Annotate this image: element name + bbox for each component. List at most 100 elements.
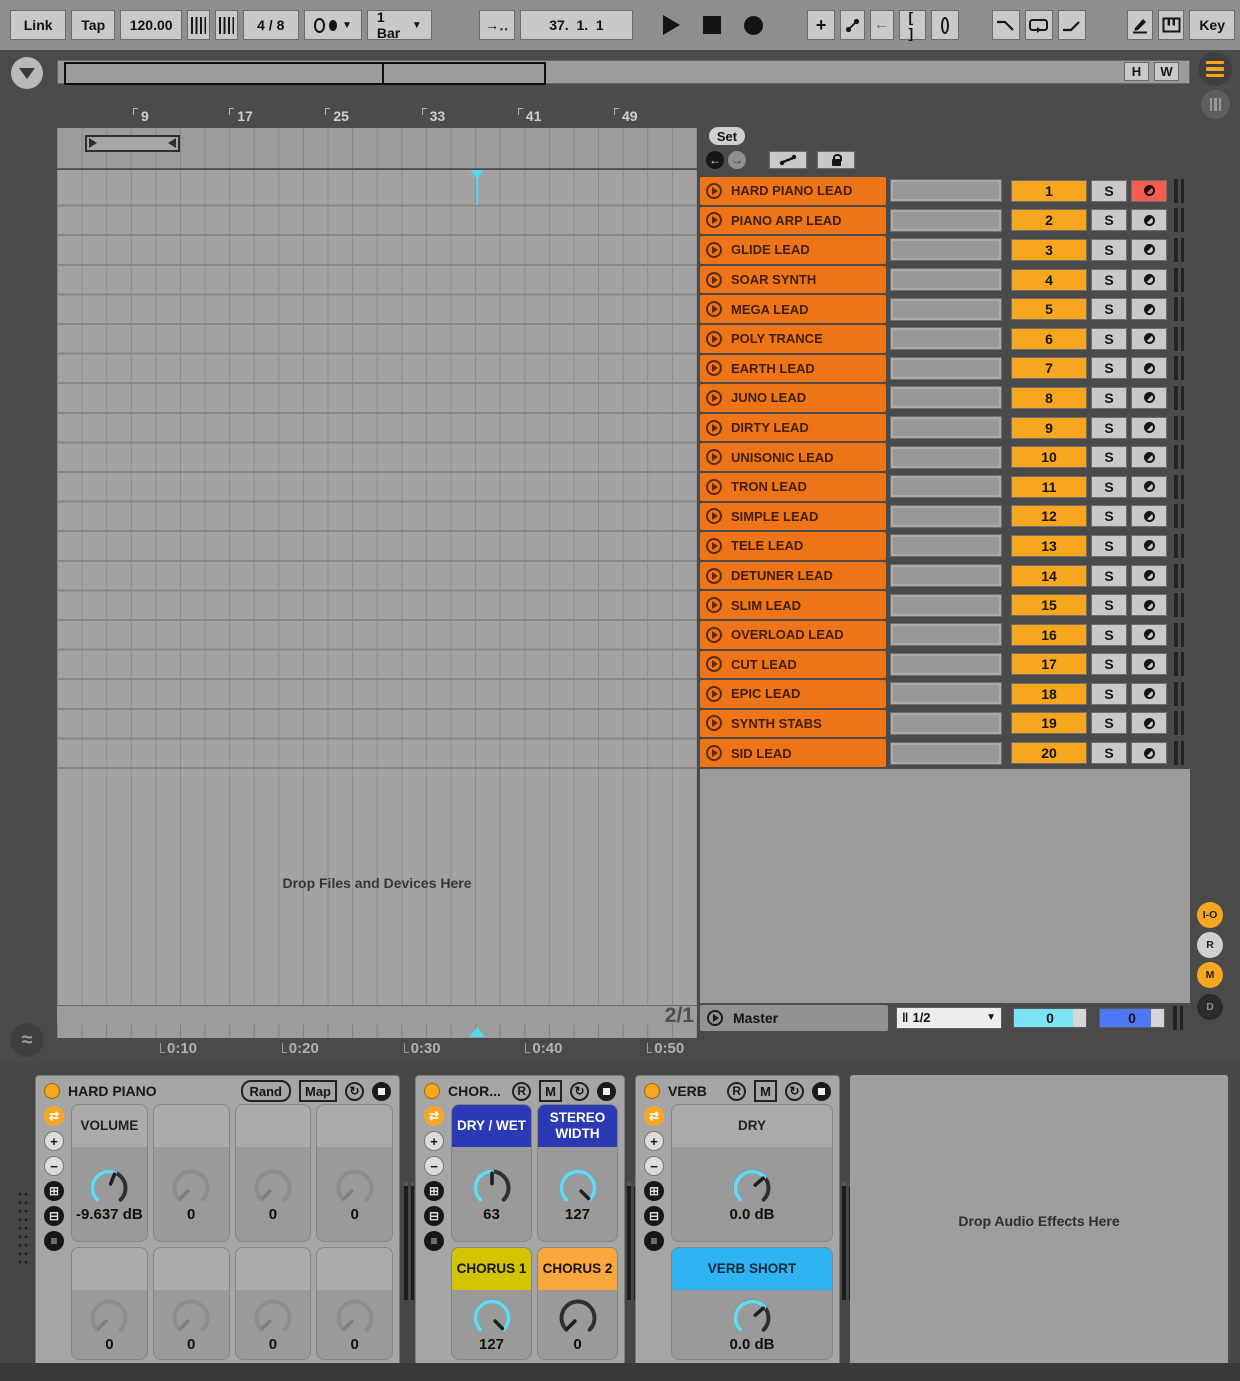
track-io-box[interactable]: [890, 179, 1002, 202]
track-title[interactable]: HARD PIANO LEAD: [700, 177, 886, 205]
track-name[interactable]: HARD PIANO LEAD: [731, 183, 852, 198]
new-button[interactable]: +: [807, 10, 835, 40]
solo-button[interactable]: S: [1091, 683, 1127, 705]
macro-value[interactable]: 0: [269, 1206, 277, 1223]
new-variation-icon[interactable]: ⊞: [424, 1181, 444, 1201]
tap-tempo-button[interactable]: Tap: [71, 10, 115, 40]
track-title[interactable]: DIRTY LEAD: [700, 414, 886, 442]
solo-button[interactable]: S: [1091, 594, 1127, 616]
io-section-toggle[interactable]: I-O: [1197, 902, 1223, 928]
track-io-box[interactable]: [890, 298, 1002, 321]
add-macro-icon[interactable]: +: [644, 1131, 664, 1151]
track-number-button[interactable]: 5: [1011, 298, 1087, 320]
nudge-down-button[interactable]: [187, 10, 210, 40]
track-number-button[interactable]: 6: [1011, 328, 1087, 350]
track-number-button[interactable]: 10: [1011, 446, 1087, 468]
track-row[interactable]: TELE LEAD 13 S: [700, 532, 1192, 560]
arm-button[interactable]: [1131, 712, 1167, 734]
track-row[interactable]: SYNTH STABS 19 S: [700, 710, 1192, 738]
track-io-box[interactable]: [890, 534, 1002, 557]
track-number-button[interactable]: 13: [1011, 535, 1087, 557]
hotswap-rack-icon[interactable]: ↻: [785, 1082, 804, 1101]
track-row[interactable]: TRON LEAD 11 S: [700, 473, 1192, 501]
track-name[interactable]: TELE LEAD: [731, 538, 803, 553]
track-title[interactable]: TELE LEAD: [700, 532, 886, 560]
save-preset-icon[interactable]: [597, 1082, 616, 1101]
new-variation-icon[interactable]: ⊞: [644, 1181, 664, 1201]
punch-in-button[interactable]: [992, 10, 1020, 40]
quantize-menu[interactable]: 1 Bar▼: [367, 10, 432, 40]
macro-panel[interactable]: 0: [235, 1247, 312, 1360]
macro-panel[interactable]: 0: [153, 1104, 230, 1242]
track-title[interactable]: SID LEAD: [700, 739, 886, 767]
arm-button[interactable]: [1131, 505, 1167, 527]
track-title[interactable]: SYNTH STABS: [700, 710, 886, 738]
device-activator[interactable]: [424, 1083, 440, 1099]
arm-button[interactable]: [1131, 594, 1167, 616]
track-io-box[interactable]: [890, 238, 1002, 261]
arm-button[interactable]: [1131, 417, 1167, 439]
macro-value[interactable]: 0: [573, 1336, 581, 1353]
arrangement-grid[interactable]: Drop Files and Devices Here: [57, 170, 697, 1005]
macro-knob[interactable]: [329, 1166, 381, 1210]
punch-out-button[interactable]: [1058, 10, 1086, 40]
solo-button[interactable]: S: [1091, 653, 1127, 675]
track-name[interactable]: OVERLOAD LEAD: [731, 627, 844, 642]
delete-variation-icon[interactable]: ⊟: [644, 1206, 664, 1226]
track-title[interactable]: CUT LEAD: [700, 651, 886, 679]
arm-button[interactable]: [1131, 624, 1167, 646]
track-title[interactable]: EPIC LEAD: [700, 680, 886, 708]
track-title[interactable]: SIMPLE LEAD: [700, 503, 886, 531]
delete-variation-icon[interactable]: ⊟: [44, 1206, 64, 1226]
device-name[interactable]: CHOR...: [448, 1083, 501, 1099]
macro-panel[interactable]: 0: [153, 1247, 230, 1360]
draw-mode-button[interactable]: [1127, 10, 1153, 40]
device-activator[interactable]: [644, 1083, 660, 1099]
track-io-box[interactable]: [890, 623, 1002, 646]
track-name[interactable]: UNISONIC LEAD: [731, 450, 834, 465]
device-hard-piano[interactable]: HARD PIANO Rand Map ↻ ⇄ + − ⊞ ⊟ ≡: [35, 1075, 400, 1367]
macro-knob[interactable]: [329, 1296, 381, 1340]
track-title[interactable]: SLIM LEAD: [700, 591, 886, 619]
track-row[interactable]: OVERLOAD LEAD 16 S: [700, 621, 1192, 649]
macro-value[interactable]: 0: [105, 1336, 113, 1353]
macro-value[interactable]: -9.637 dB: [76, 1206, 143, 1223]
macro-panel[interactable]: DRY / WET 63: [451, 1104, 532, 1242]
device-drag-handle[interactable]: [17, 1190, 31, 1268]
solo-button[interactable]: S: [1091, 209, 1127, 231]
macro-knob[interactable]: [83, 1296, 135, 1340]
track-name[interactable]: SYNTH STABS: [731, 716, 822, 731]
link-button[interactable]: Link: [10, 10, 66, 40]
track-number-button[interactable]: 3: [1011, 239, 1087, 261]
arm-button[interactable]: [1131, 653, 1167, 675]
macro-panel[interactable]: 0: [235, 1104, 312, 1242]
fixed-width-button[interactable]: W: [1154, 62, 1179, 81]
macro-knob[interactable]: [247, 1296, 299, 1340]
arm-button[interactable]: [1131, 298, 1167, 320]
track-row[interactable]: EARTH LEAD 7 S: [700, 355, 1192, 383]
track-title[interactable]: MEGA LEAD: [700, 295, 886, 323]
reenable-automation-button[interactable]: ←: [870, 10, 894, 40]
solo-button[interactable]: S: [1091, 239, 1127, 261]
solo-button[interactable]: S: [1091, 565, 1127, 587]
track-title[interactable]: TRON LEAD: [700, 473, 886, 501]
track-name[interactable]: PIANO ARP LEAD: [731, 213, 842, 228]
track-number-button[interactable]: 7: [1011, 357, 1087, 379]
record-enable-icon[interactable]: R: [727, 1082, 746, 1101]
macro-value[interactable]: 0: [350, 1336, 358, 1353]
arrangement-position-field[interactable]: 37. 1. 1: [520, 10, 633, 40]
macro-value[interactable]: 0.0 dB: [729, 1206, 774, 1223]
record-button[interactable]: [735, 10, 772, 40]
close-view-button[interactable]: [11, 57, 43, 89]
computer-midi-keyboard-button[interactable]: [1158, 10, 1184, 40]
delete-variation-icon[interactable]: ⊟: [424, 1206, 444, 1226]
track-name[interactable]: DIRTY LEAD: [731, 420, 809, 435]
remove-macro-icon[interactable]: −: [44, 1156, 64, 1176]
track-number-button[interactable]: 14: [1011, 565, 1087, 587]
devices-section-toggle[interactable]: D: [1197, 994, 1223, 1020]
master-pan-field[interactable]: 0: [1013, 1008, 1087, 1028]
track-io-box[interactable]: [890, 712, 1002, 735]
track-title[interactable]: DETUNER LEAD: [700, 562, 886, 590]
track-row[interactable]: POLY TRANCE 6 S: [700, 325, 1192, 353]
save-preset-icon[interactable]: [812, 1082, 831, 1101]
